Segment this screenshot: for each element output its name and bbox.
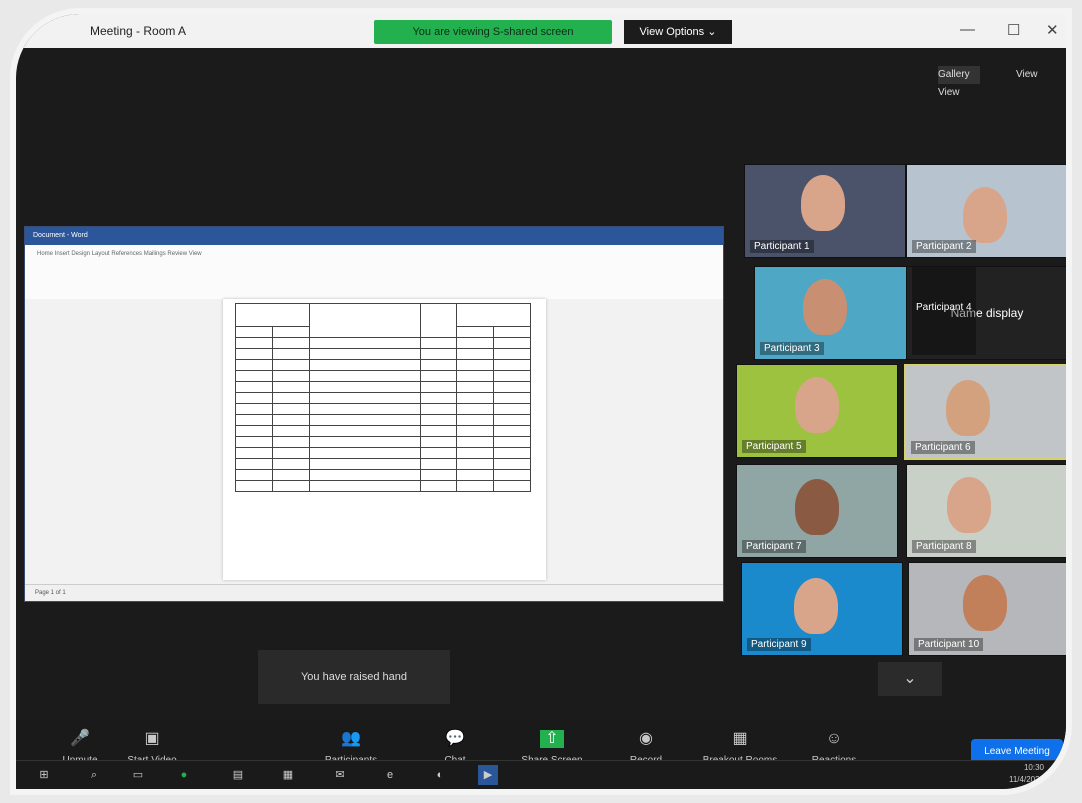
participant-name: Participant 2	[912, 240, 976, 253]
title-bar: Meeting - Room A You are viewing S-share…	[16, 14, 1066, 48]
participant-name: Participant 10	[914, 638, 984, 651]
mail-icon[interactable]: ✉	[330, 765, 350, 785]
raise-hand-notification: You have raised hand	[258, 650, 450, 704]
table-row	[235, 381, 531, 393]
windows-taskbar: ⊞ ⌕ ▭ ● ▤ ▦ ✉ e ◐ ▶ 10:30 11/4/2021	[16, 760, 1066, 789]
participant-name: Participant 4	[912, 267, 976, 355]
system-clock: 10:30 11/4/2021	[1009, 762, 1044, 786]
viewing-shared-screen-badge: You are viewing S-shared screen	[374, 20, 612, 44]
minimize-button[interactable]: —	[960, 21, 975, 38]
participant-tile-active-speaker[interactable]: Participant 6	[904, 364, 1066, 460]
document-area	[25, 299, 723, 585]
table-row	[235, 403, 531, 415]
word-title-bar: Document - Word	[25, 227, 723, 245]
view-mode-button[interactable]: View	[1016, 66, 1062, 84]
gallery-view-button[interactable]: Gallery View	[938, 66, 980, 98]
close-button[interactable]: ✕	[1046, 21, 1059, 39]
participant-tile[interactable]: Participant 10	[908, 562, 1066, 656]
reactions-icon: ☺	[825, 730, 843, 747]
table-row	[235, 480, 531, 492]
participants-icon: 👥	[341, 730, 361, 747]
clock-date: 11/4/2021	[1009, 775, 1044, 784]
table-row	[235, 348, 531, 360]
table-row	[235, 469, 531, 481]
zoom-icon[interactable]: ▶	[478, 765, 498, 785]
clock-time: 10:30	[1023, 763, 1044, 772]
edge-icon[interactable]: e	[380, 765, 400, 785]
line-app-icon[interactable]: ●	[174, 765, 194, 785]
participant-name: Participant 8	[912, 540, 976, 553]
share-screen-icon: ⇧	[540, 730, 564, 748]
search-icon[interactable]: ⌕	[84, 765, 104, 785]
chat-icon: 💬	[445, 730, 465, 747]
document-page	[223, 299, 546, 580]
participant-tile[interactable]: Participant 5	[736, 364, 898, 458]
table-row	[235, 392, 531, 404]
participant-tile[interactable]: Participant 8	[906, 464, 1066, 558]
table-row	[235, 425, 531, 437]
table-row	[235, 359, 531, 371]
chevron-down-icon[interactable]: ⌄	[878, 662, 942, 696]
record-icon: ◉	[639, 730, 653, 747]
calendar-icon[interactable]: ▦	[278, 765, 298, 785]
participant-name: Participant 3	[760, 342, 824, 355]
participant-name: Participant 1	[750, 240, 814, 253]
table-header-right	[456, 303, 531, 327]
view-options-button[interactable]: View Options ⌄	[624, 20, 732, 44]
table-row	[235, 414, 531, 426]
participant-name-tile[interactable]: Name display Participant 4	[906, 266, 1066, 360]
document-table	[235, 303, 531, 492]
participant-tile[interactable]: Participant 7	[736, 464, 898, 558]
participant-name: Participant 9	[747, 638, 811, 651]
table-row	[235, 447, 531, 459]
file-explorer-icon[interactable]: ▤	[228, 765, 248, 785]
word-ribbon: Home Insert Design Layout References Mai…	[25, 245, 723, 300]
table-row	[235, 436, 531, 448]
table-row	[235, 458, 531, 470]
task-view-icon[interactable]: ▭	[128, 765, 148, 785]
participant-name: Participant 7	[742, 540, 806, 553]
maximize-button[interactable]: ☐	[1007, 21, 1020, 39]
breakout-rooms-icon: ▦	[732, 730, 748, 747]
participant-name: Participant 5	[742, 440, 806, 453]
participant-tile[interactable]: Participant 2	[906, 164, 1066, 258]
word-status-bar: Page 1 of 1	[25, 584, 723, 601]
zoom-window: Meeting - Room A You are viewing S-share…	[10, 8, 1072, 795]
chrome-icon[interactable]: ◐	[430, 765, 450, 785]
shared-screen: Document - Word Home Insert Design Layou…	[24, 226, 724, 602]
muted-microphone-icon: 🎤	[70, 730, 90, 747]
participant-tile[interactable]: Participant 3	[754, 266, 916, 360]
table-header-left	[235, 303, 310, 327]
start-icon[interactable]: ⊞	[34, 765, 54, 785]
window-title: Meeting - Room A	[90, 24, 187, 38]
participant-tile[interactable]: Participant 1	[744, 164, 906, 258]
table-row	[235, 337, 531, 349]
video-off-icon: ▣	[144, 730, 160, 747]
participant-tile[interactable]: Participant 9	[741, 562, 903, 656]
table-row	[235, 370, 531, 382]
ribbon-tabs: Home Insert Design Layout References Mai…	[37, 251, 202, 257]
participant-name: Participant 6	[911, 441, 975, 454]
table-header-center	[308, 303, 421, 338]
